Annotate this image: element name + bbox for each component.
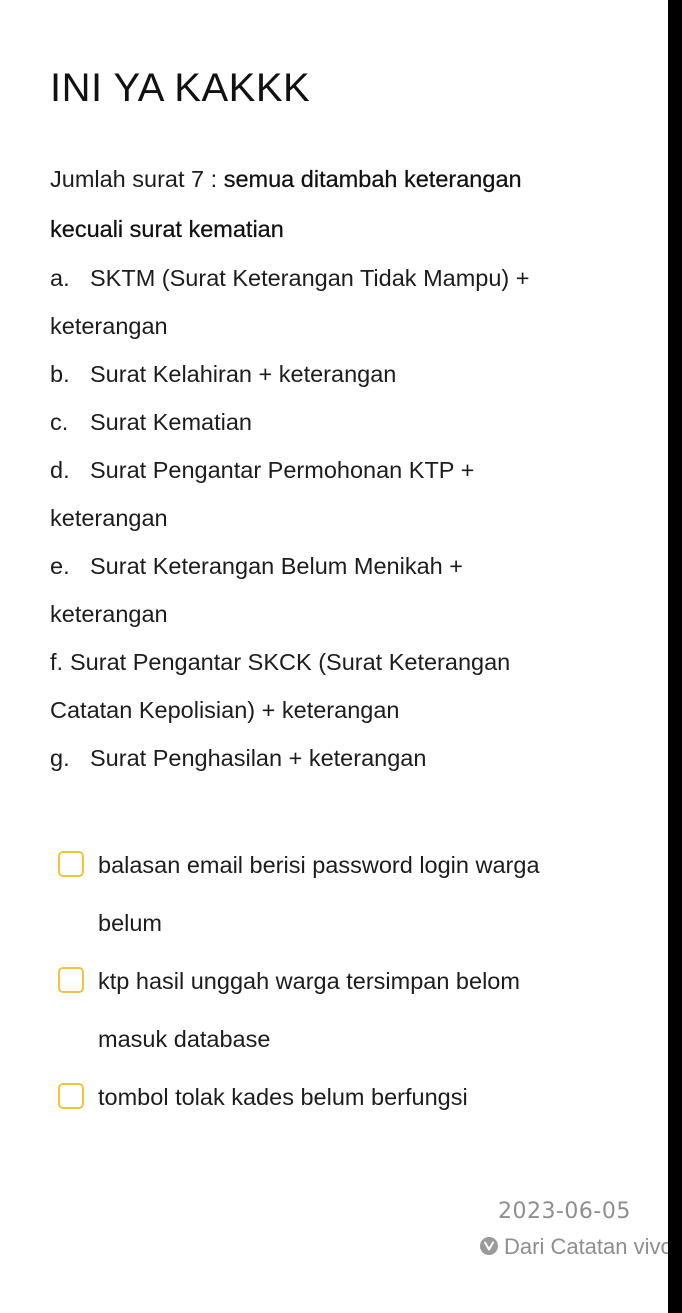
note-source: Dari Catatan vivo	[480, 1234, 673, 1260]
list-item-continuation: keterangan	[50, 601, 168, 627]
list-marker: c.	[50, 409, 69, 435]
list-item-text: Surat Pengantar Permohonan KTP +	[90, 457, 475, 483]
list-item: f. Surat Pengantar SKCK (Surat Keterangan	[50, 647, 510, 677]
intro-bold-text-2: kecuali surat kematian	[50, 216, 284, 242]
list-item: c. Surat Kematian	[50, 407, 252, 437]
list-marker: a.	[50, 265, 70, 291]
list-marker: e.	[50, 553, 70, 579]
list-item: a. SKTM (Surat Keterangan Tidak Mampu) +	[50, 263, 530, 293]
checklist-item-text: ktp hasil unggah warga tersimpan belom	[98, 968, 520, 994]
checklist-checkbox[interactable]	[58, 1083, 84, 1109]
list-item-text: Surat Keterangan Belum Menikah +	[90, 553, 463, 579]
screen-edge	[668, 0, 682, 1313]
list-item-text: SKTM (Surat Keterangan Tidak Mampu) +	[90, 265, 530, 291]
list-marker: g.	[50, 745, 70, 771]
checklist-item-text-cont: masuk database	[98, 1026, 271, 1052]
checklist-item-text: balasan email berisi password login warg…	[98, 852, 540, 878]
list-item: b. Surat Kelahiran + keterangan	[50, 359, 396, 389]
list-marker: f.	[50, 649, 64, 675]
list-item-text: Surat Kelahiran + keterangan	[90, 361, 397, 387]
checklist-item-text: tombol tolak kades belum berfungsi	[98, 1084, 468, 1110]
list-item: e. Surat Keterangan Belum Menikah +	[50, 551, 463, 581]
list-marker: b.	[50, 361, 70, 387]
checklist-checkbox[interactable]	[58, 967, 84, 993]
note-date: 2023-06-05	[498, 1199, 631, 1224]
list-item: d. Surat Pengantar Permohonan KTP +	[50, 455, 474, 485]
list-item-continuation: keterangan	[50, 313, 168, 339]
list-item-continuation: Catatan Kepolisian) + keterangan	[50, 697, 400, 723]
list-marker: d.	[50, 457, 70, 483]
checklist-item-text-cont: belum	[98, 910, 163, 936]
intro-bold-text: semua ditambah keterangan	[223, 166, 522, 192]
intro-prefix: Jumlah surat 7 :	[50, 166, 224, 192]
list-item-continuation: keterangan	[50, 505, 168, 531]
list-item: g. Surat Penghasilan + keterangan	[50, 743, 426, 773]
vivo-logo-icon	[480, 1237, 498, 1255]
list-item-text: Surat Kematian	[90, 409, 252, 435]
list-item-text: Surat Penghasilan + keterangan	[90, 745, 427, 771]
intro-line-2: kecuali surat kematian	[50, 214, 284, 244]
checklist-checkbox[interactable]	[58, 851, 84, 877]
intro-line: Jumlah surat 7 : semua ditambah keterang…	[50, 164, 522, 194]
note-title: INI YA KAKKK	[50, 66, 311, 110]
list-item-text: Surat Pengantar SKCK (Surat Keterangan	[70, 649, 511, 675]
note-source-text: Dari Catatan vivo	[504, 1234, 673, 1259]
